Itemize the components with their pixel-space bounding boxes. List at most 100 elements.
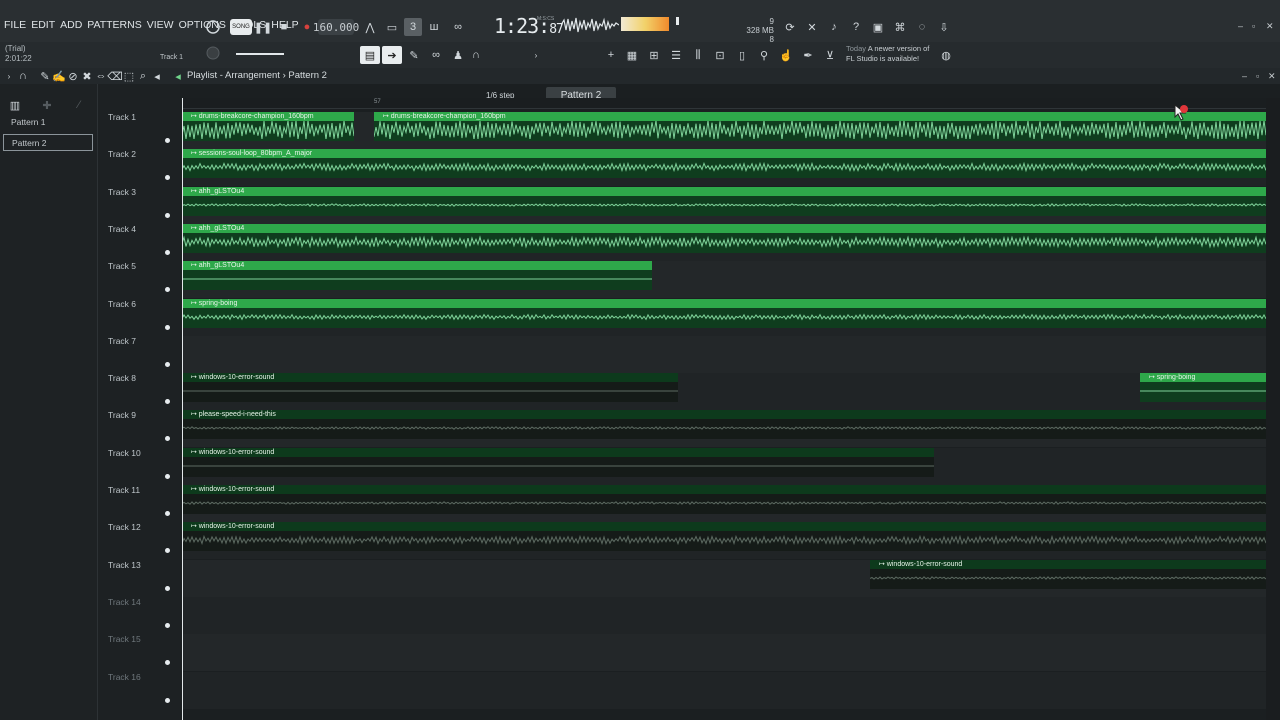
refresh-icon[interactable]: ⟳ xyxy=(782,18,798,36)
menu-edit[interactable]: EDIT xyxy=(31,19,55,31)
track-label[interactable]: Track 7 xyxy=(108,336,136,346)
download-icon[interactable]: ⇩ xyxy=(936,18,952,36)
picker-view-icon[interactable]: ▥ xyxy=(8,96,22,114)
app-close-icon[interactable]: ✕ xyxy=(1266,21,1274,32)
audio-clip[interactable]: ↦ drums-breakcore-champion_160bpm xyxy=(182,112,354,141)
news-panel[interactable]: Today A newer version of FL Studio is av… xyxy=(846,44,929,64)
menu-add[interactable]: ADD xyxy=(60,19,82,31)
paint-tool-icon[interactable]: ✍ xyxy=(52,68,66,84)
track-label[interactable]: Track 12 xyxy=(108,522,141,532)
audio-clip[interactable]: ↦ windows-10-error-sound xyxy=(182,485,1266,514)
track-lane[interactable] xyxy=(182,596,1266,634)
chat-icon[interactable]: ◌ xyxy=(914,18,930,36)
menu-patterns[interactable]: PATTERNS xyxy=(87,19,141,31)
track-label[interactable]: Track 3 xyxy=(108,187,136,197)
cart-icon[interactable]: ⊻ xyxy=(822,46,838,64)
track-label[interactable]: Track 11 xyxy=(108,485,140,495)
master-volume-slider[interactable] xyxy=(236,53,284,55)
pattern-item-selected[interactable]: Pattern 2 xyxy=(3,134,93,151)
piano-roll-icon[interactable]: ☰ xyxy=(668,46,684,64)
track-label[interactable]: Track 9 xyxy=(108,410,136,420)
pattern-prev-icon[interactable]: › xyxy=(531,46,541,64)
magnet-snap-icon[interactable]: ∩ xyxy=(16,68,30,84)
track-lane[interactable]: ↦ windows-10-error-sound ↦ spring-boing xyxy=(182,373,1266,411)
recording-loop-icon[interactable] xyxy=(204,18,222,36)
browser-icon[interactable]: ⊡ xyxy=(712,46,728,64)
slip-tool-icon[interactable]: ⇔ xyxy=(94,68,108,84)
song-mode-toggle[interactable]: SONG xyxy=(230,19,252,35)
slice-tool-icon[interactable]: ⌫ xyxy=(107,68,123,84)
touch-icon[interactable]: ☝ xyxy=(778,46,794,64)
plugin-icon[interactable]: ⌘ xyxy=(892,18,908,36)
loop-record-icon[interactable]: ∞ xyxy=(449,18,467,36)
track-lane[interactable]: ↦ windows-10-error-sound xyxy=(182,522,1266,560)
save-icon[interactable]: ▣ xyxy=(870,18,886,36)
playhead[interactable] xyxy=(182,98,183,720)
audio-clip[interactable]: ↦ ahh_gLSTOu4 xyxy=(182,223,1266,253)
stamp-icon[interactable]: ♟ xyxy=(450,46,466,64)
mixer-icon[interactable]: ▦ xyxy=(624,46,640,64)
playlist-minimize-icon[interactable]: – xyxy=(1242,71,1247,81)
track-label[interactable]: Track 8 xyxy=(108,373,136,383)
track-mute-dot[interactable] xyxy=(165,511,170,516)
pause-button[interactable]: ❚❚ xyxy=(254,18,272,36)
audio-clip[interactable]: ↦ ahh_gLSTOu4 xyxy=(182,261,652,291)
picker-edit-icon[interactable]: ⁄ xyxy=(72,96,86,114)
vertical-scrollbar[interactable] xyxy=(1266,98,1280,720)
track-label[interactable]: Track 4 xyxy=(108,224,136,234)
track-mute-dot[interactable] xyxy=(165,585,170,591)
audio-clip[interactable]: ↦ ahh_gLSTOu4 xyxy=(182,186,1266,216)
playback-tool-icon[interactable]: ◂ xyxy=(150,68,164,84)
stop-button[interactable]: ■ xyxy=(277,18,291,36)
track-lane[interactable]: ↦ sessions-soul-loop_80bpm_A_major xyxy=(182,149,1266,187)
track-lane[interactable]: ↦ ahh_gLSTOu4 xyxy=(182,186,1266,224)
track-mute-dot[interactable] xyxy=(165,249,170,255)
audio-clip[interactable]: ↦ spring-boing xyxy=(1140,373,1266,403)
app-maximize-icon[interactable]: ▫ xyxy=(1252,21,1255,31)
panic-icon[interactable]: ✕ xyxy=(804,18,820,36)
track-lane[interactable]: ↦ please-speed-i-need-this xyxy=(182,410,1266,448)
pen-icon[interactable]: ✒ xyxy=(800,46,816,64)
track-label[interactable]: Track 15 xyxy=(108,634,141,644)
plug-icon[interactable]: ⚲ xyxy=(756,46,772,64)
mute-tool-icon[interactable]: ✖ xyxy=(80,68,94,84)
delete-tool-icon[interactable]: ⊘ xyxy=(66,68,80,84)
audio-clip[interactable]: ↦ drums-breakcore-champion_160bpm xyxy=(374,112,1266,141)
pencil-icon[interactable]: ✎ xyxy=(406,46,422,64)
track-mute-dot[interactable] xyxy=(165,697,170,703)
track-label[interactable]: Track 16 xyxy=(108,672,141,682)
pattern-item[interactable]: Pattern 1 xyxy=(3,114,93,131)
track-label[interactable]: Track 13 xyxy=(108,560,141,570)
draw-tool-icon[interactable]: ✎ xyxy=(38,68,52,84)
metronome-icon[interactable]: ⋀ xyxy=(362,18,378,36)
track-mute-dot[interactable] xyxy=(165,473,170,479)
track-lane[interactable]: ↦ ahh_gLSTOu4 xyxy=(182,261,1266,299)
track-label[interactable]: Track 2 xyxy=(108,149,136,159)
track-mute-dot[interactable] xyxy=(165,622,170,628)
audio-clip[interactable]: ↦ windows-10-error-sound xyxy=(182,447,934,477)
channel-rack-icon[interactable]: ⊞ xyxy=(646,46,662,64)
audio-clip[interactable]: ↦ windows-10-error-sound xyxy=(182,522,1266,552)
microphone-icon[interactable]: ♪ xyxy=(826,18,842,36)
countdown-icon[interactable]: 3 xyxy=(404,18,422,36)
audio-clip[interactable]: ↦ please-speed-i-need-this xyxy=(182,410,1266,440)
audio-clip[interactable]: ↦ windows-10-error-sound xyxy=(870,559,1266,589)
master-pitch-knob[interactable] xyxy=(204,44,222,62)
track-lane[interactable]: ↦ windows-10-error-sound xyxy=(182,485,1266,522)
playlist-icon[interactable]: ⫼ xyxy=(690,46,706,64)
track-label[interactable]: Track 5 xyxy=(108,261,136,271)
track-lane[interactable]: ↦ drums-breakcore-champion_160bpm ↦ drums… xyxy=(182,112,1266,149)
wait-input-icon[interactable]: ▭ xyxy=(384,18,400,36)
app-minimize-icon[interactable]: – xyxy=(1238,21,1243,31)
track-lane[interactable]: ↦ ahh_gLSTOu4 xyxy=(182,223,1266,261)
globe-icon[interactable]: ◍ xyxy=(938,46,954,64)
track-lane[interactable] xyxy=(182,335,1266,373)
track-lane[interactable]: ↦ windows-10-error-sound xyxy=(182,447,1266,485)
arrow-icon[interactable]: ➔ xyxy=(382,46,402,64)
menu-file[interactable]: FILE xyxy=(4,19,26,31)
track-lane[interactable]: ↦ windows-10-error-sound xyxy=(182,559,1266,597)
playlist-arrow-icon[interactable]: ◂ xyxy=(172,68,184,84)
track-lane[interactable] xyxy=(182,634,1266,672)
audio-clip[interactable]: ↦ sessions-soul-loop_80bpm_A_major xyxy=(182,149,1266,179)
track-label[interactable]: Track 1 xyxy=(108,112,136,122)
